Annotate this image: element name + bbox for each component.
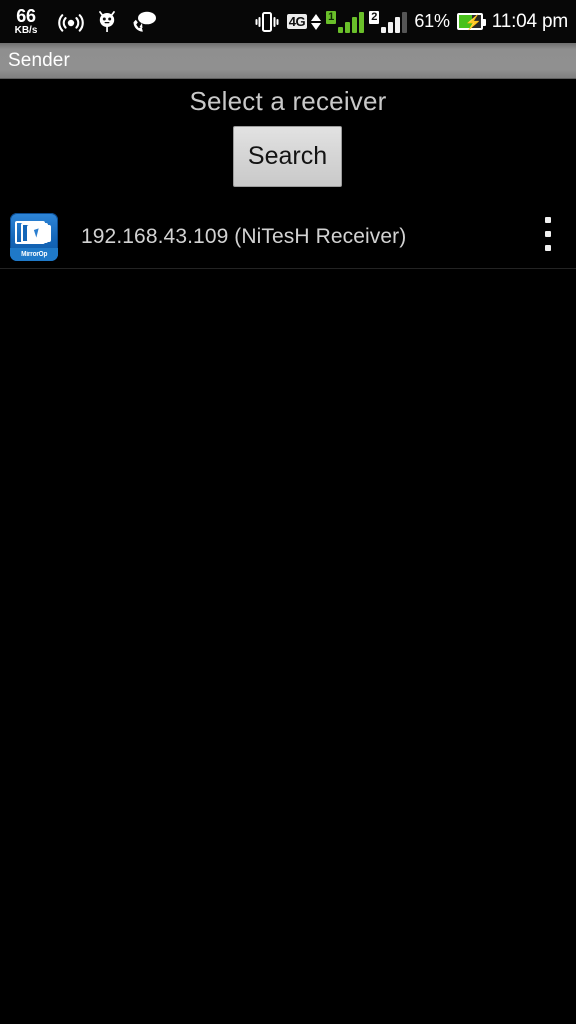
screen-mirror-glyph (13, 217, 55, 249)
list-item[interactable]: MirrorOp 192.168.43.109 (NiTesH Receiver… (0, 205, 576, 268)
hotspot-icon (58, 13, 84, 32)
download-arrow-icon (311, 22, 322, 30)
call-message-icon (133, 11, 156, 32)
lightning-bolt-icon: ⚡ (464, 14, 483, 30)
battery-icon: ⚡ (456, 13, 486, 30)
sim2-badge: 2 (369, 10, 380, 24)
status-bar: 66 KB/s 4G 1 2 61% ⚡ 11:04 pm (0, 0, 576, 43)
receiver-list: MirrorOp 192.168.43.109 (NiTesH Receiver… (0, 205, 576, 269)
sim1-signal-bars (338, 11, 365, 33)
android-robot-icon (99, 10, 115, 32)
status-bar-left-icons: 66 KB/s (6, 7, 157, 36)
list-divider (0, 268, 576, 269)
app-icon-label: MirrorOp (20, 250, 48, 258)
signal-bar (338, 26, 344, 33)
network-type-badge: 4G (286, 14, 308, 29)
signal-bar (402, 11, 408, 33)
search-button[interactable]: Search (233, 126, 342, 187)
signal-bar (381, 26, 387, 33)
phone-screen: 66 KB/s 4G 1 2 61% ⚡ 11:04 pm Sender Sel… (0, 0, 576, 1024)
sim1-signal-indicator: 1 (326, 10, 365, 33)
status-bar-right-icons: 4G 1 2 61% ⚡ 11:04 pm (254, 10, 568, 34)
signal-bar (359, 11, 365, 33)
app-icon-label-band: MirrorOp (10, 247, 58, 261)
app-title-bar: Sender (0, 43, 576, 79)
network-speed-unit: KB/s (14, 25, 38, 36)
signal-bar (388, 21, 394, 33)
main-content: Select a receiver Search MirrorOp 192.16… (0, 80, 576, 1024)
app-title: Sender (8, 49, 70, 71)
list-item-label: 192.168.43.109 (NiTesH Receiver) (81, 224, 407, 248)
vibrate-icon (255, 11, 279, 32)
signal-bar (352, 16, 358, 33)
network-speed-value: 66 (16, 6, 36, 26)
signal-bar (395, 16, 401, 33)
sim2-signal-indicator: 2 (369, 10, 408, 33)
sim2-signal-bars (381, 11, 408, 33)
signal-bar (345, 21, 351, 33)
status-bar-clock: 11:04 pm (491, 10, 568, 32)
upload-arrow-icon (311, 13, 322, 21)
mirrorop-app-icon: MirrorOp (10, 212, 58, 261)
battery-percent-label: 61% (414, 11, 450, 31)
page-title: Select a receiver (189, 86, 387, 116)
sim1-badge: 1 (326, 10, 337, 24)
network-speed-indicator: 66 KB/s (6, 7, 46, 36)
data-transfer-arrows-icon (311, 13, 322, 30)
